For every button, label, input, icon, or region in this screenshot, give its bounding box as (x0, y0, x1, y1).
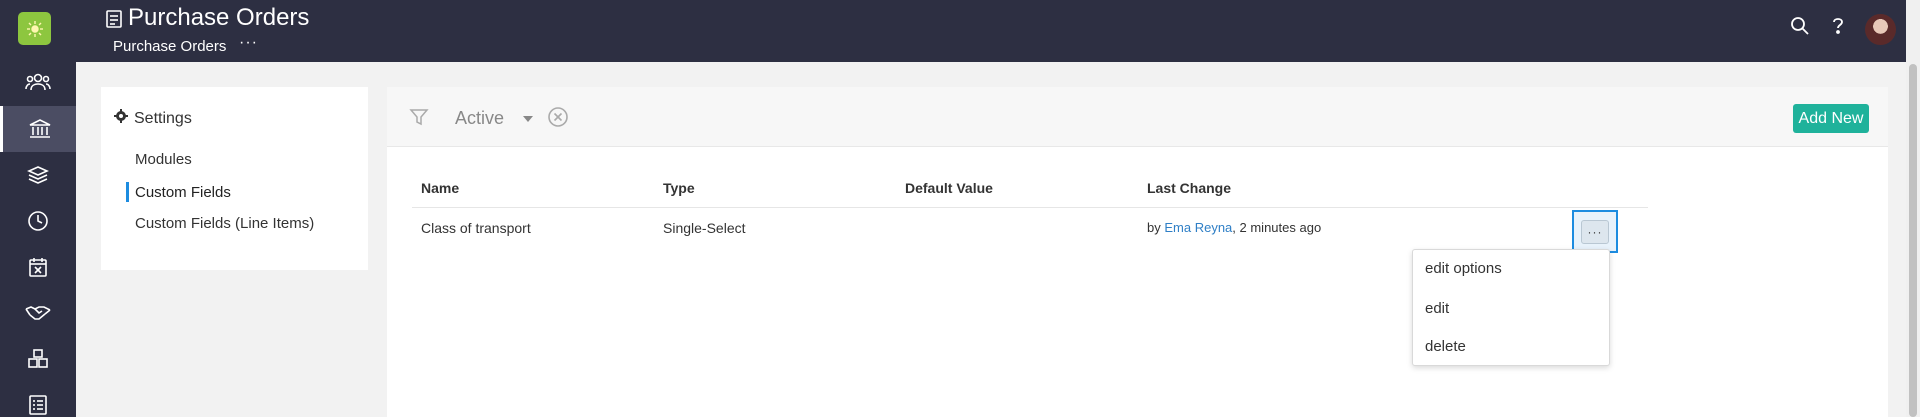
scrollbar-thumb[interactable] (1909, 64, 1917, 417)
menu-item-delete[interactable]: delete (1425, 338, 1466, 355)
cell-last-change: by Ema Reyna, 2 minutes ago (1147, 220, 1321, 235)
logo-icon[interactable] (18, 12, 51, 45)
settings-item-modules[interactable]: Modules (135, 151, 192, 168)
settings-item-custom-fields-line-items[interactable]: Custom Fields (Line Items) (135, 215, 314, 232)
settings-item-custom-fields[interactable]: Custom Fields (135, 184, 231, 201)
user-link[interactable]: Ema Reyna (1164, 220, 1232, 235)
layers-icon[interactable] (0, 152, 76, 198)
breadcrumb[interactable]: Purchase Orders (113, 38, 226, 55)
bank-icon[interactable] (0, 106, 76, 152)
boxes-icon[interactable] (0, 336, 76, 382)
add-new-button[interactable]: Add New (1793, 104, 1869, 133)
active-indicator (126, 182, 129, 202)
top-header: Purchase Orders Purchase Orders ··· (76, 0, 1920, 62)
last-change-prefix: by (1147, 220, 1161, 235)
clear-filter-icon[interactable] (547, 106, 569, 133)
column-header-type[interactable]: Type (663, 180, 695, 196)
settings-heading-label: Settings (134, 109, 192, 127)
cell-name: Class of transport (421, 220, 531, 236)
column-header-default-value[interactable]: Default Value (905, 180, 993, 196)
settings-heading: Settings (114, 109, 192, 128)
page-title: Purchase Orders (128, 4, 310, 31)
last-change-time: , 2 minutes ago (1232, 220, 1322, 235)
gear-icon (114, 109, 128, 128)
settings-panel: Settings Modules Custom Fields Custom Fi… (101, 87, 368, 270)
status-filter-select[interactable]: Active (455, 108, 504, 129)
cell-type: Single-Select (663, 220, 746, 236)
chevron-down-icon[interactable] (523, 116, 533, 122)
avatar[interactable] (1865, 14, 1896, 45)
vertical-scrollbar[interactable] (1906, 0, 1920, 417)
people-icon[interactable] (0, 59, 76, 105)
calendar-x-icon[interactable] (0, 244, 76, 290)
row-actions-menu: edit options edit delete (1412, 249, 1610, 366)
column-header-last-change[interactable]: Last Change (1147, 180, 1231, 196)
header-divider (412, 207, 1648, 208)
column-header-name[interactable]: Name (421, 180, 459, 196)
breadcrumb-more-button[interactable]: ··· (239, 34, 258, 52)
search-icon[interactable] (1790, 16, 1810, 41)
row-actions-button[interactable]: ··· (1572, 210, 1618, 253)
help-icon[interactable] (1830, 16, 1846, 41)
clock-icon[interactable] (0, 198, 76, 244)
filter-icon[interactable] (409, 107, 429, 132)
list-icon[interactable] (0, 382, 76, 417)
more-icon[interactable]: ··· (1581, 219, 1609, 244)
menu-item-edit-options[interactable]: edit options (1425, 260, 1502, 277)
document-list-icon (105, 9, 123, 34)
filter-bar: Active Add New (387, 87, 1888, 147)
handshake-icon[interactable] (0, 290, 76, 336)
menu-item-edit[interactable]: edit (1425, 300, 1449, 317)
left-nav-rail (0, 0, 76, 417)
custom-fields-panel: Active Add New Name Type Default Value L… (387, 87, 1888, 417)
